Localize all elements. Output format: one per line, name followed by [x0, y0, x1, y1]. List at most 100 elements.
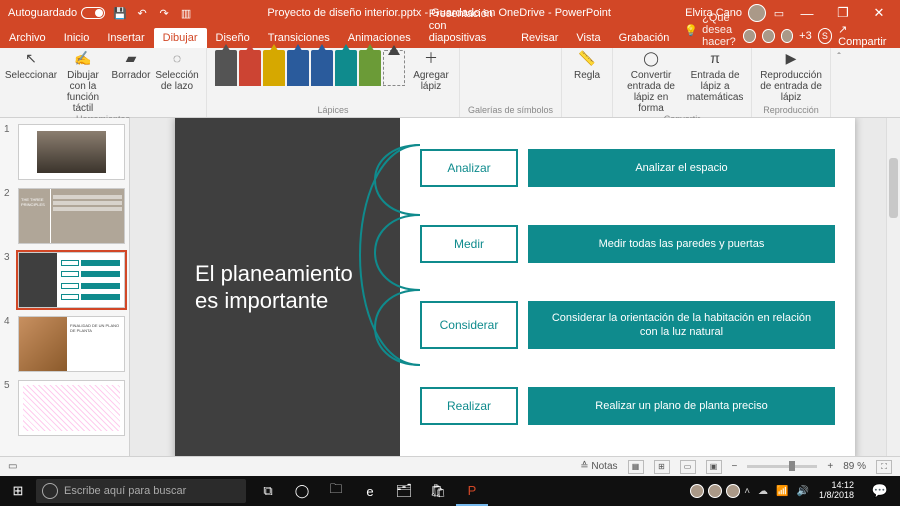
tab-grabacion[interactable]: Grabación — [610, 28, 679, 48]
skype-icon[interactable]: S — [818, 28, 832, 44]
pen-red[interactable] — [239, 50, 261, 86]
ribbon-tabs: Archivo Inicio Insertar Dibujar Diseño T… — [0, 26, 900, 48]
slide-row[interactable]: MedirMedir todas las paredes y puertas — [420, 225, 835, 263]
minimize-button[interactable]: — — [792, 6, 822, 21]
autosave-toggle[interactable]: Autoguardado — [8, 7, 105, 19]
ink-replay-button[interactable]: ▶Reproducción de entrada de lápiz — [760, 50, 822, 103]
slide-title-panel[interactable]: El planeamiento es importante — [175, 118, 400, 456]
collaborator-avatar-icon[interactable] — [762, 29, 775, 43]
onedrive-icon[interactable]: ☁ — [758, 486, 768, 497]
taskbar-search[interactable]: Escribe aquí para buscar — [36, 479, 246, 503]
taskbar-clock[interactable]: 14:12 1/8/2018 — [813, 481, 860, 501]
tab-revisar[interactable]: Revisar — [512, 28, 567, 48]
slide-desc-box: Considerar la orientación de la habitaci… — [528, 301, 835, 350]
tell-me-label: ¿Qué desea hacer? — [702, 12, 743, 48]
undo-icon[interactable]: ↶ — [135, 6, 149, 20]
pen-teal[interactable] — [335, 50, 357, 86]
eraser-button[interactable]: ▰Borrador — [112, 50, 150, 81]
ink-to-shape-button[interactable]: ◯Convertir entrada de lápiz en forma — [621, 50, 681, 114]
people-avatar-icon[interactable] — [726, 484, 740, 498]
tab-inicio[interactable]: Inicio — [55, 28, 99, 48]
slide-row[interactable]: AnalizarAnalizar el espacio — [420, 149, 835, 187]
edge-icon[interactable]: e — [354, 476, 386, 506]
redo-icon[interactable]: ↷ — [157, 6, 171, 20]
ink-to-math-button[interactable]: πEntrada de lápiz a matemáticas — [687, 50, 743, 103]
slide-thumbnails-panel[interactable]: 1 2THE THREE PRINCIPLES 3 4FINALIDAD DE … — [0, 118, 130, 456]
lasso-button[interactable]: ◌Selección de lazo — [156, 50, 198, 92]
vertical-scrollbar[interactable] — [886, 118, 900, 456]
save-icon[interactable]: 💾 — [113, 6, 127, 20]
zoom-level[interactable]: 89 % — [843, 461, 866, 472]
store-icon[interactable]: 🛍 — [422, 476, 454, 506]
maximize-button[interactable]: ❐ — [828, 5, 858, 21]
slide-row[interactable]: ConsiderarConsiderar la orientación de l… — [420, 301, 835, 350]
pen-green-hl[interactable] — [359, 50, 381, 86]
system-tray[interactable]: ˄ ☁ 📶 🔊 — [744, 486, 809, 497]
cortana-button-icon[interactable]: ◯ — [286, 476, 318, 506]
pen-blue2[interactable] — [311, 50, 333, 86]
tab-dibujar[interactable]: Dibujar — [154, 28, 207, 48]
task-view-icon[interactable]: ⧉ — [252, 476, 284, 506]
slide-row[interactable]: RealizarRealizar un plano de planta prec… — [420, 387, 835, 425]
tell-me-search[interactable]: 💡 ¿Qué desea hacer? — [684, 12, 743, 48]
collaborator-avatar-icon[interactable] — [743, 29, 756, 43]
notes-icon[interactable]: ▭ — [8, 461, 17, 472]
tab-vista[interactable]: Vista — [567, 28, 609, 48]
start-from-beginning-icon[interactable]: ▥ — [179, 6, 193, 20]
scrollbar-thumb[interactable] — [889, 158, 898, 218]
powerpoint-icon[interactable]: P — [456, 476, 488, 506]
ruler-button[interactable]: 📏Regla — [570, 50, 604, 81]
pen-add-placeholder[interactable] — [383, 50, 405, 86]
volume-icon[interactable]: 🔊 — [797, 486, 809, 497]
start-button[interactable]: ⊞ — [0, 483, 36, 499]
people-avatar-icon[interactable] — [708, 484, 722, 498]
draw-touch-button[interactable]: ✍Dibujar con la función táctil — [60, 50, 106, 114]
slide-thumbnail-3[interactable] — [18, 252, 125, 308]
files-icon[interactable]: 🗂 — [388, 476, 420, 506]
ribbon-group-lapices: ＋Agregar lápiz Lápices — [207, 48, 460, 117]
play-icon: ▶ — [782, 50, 800, 68]
slide-canvas-area[interactable]: El planeamiento es importante AnalizarAn… — [130, 118, 900, 456]
fit-to-window-icon[interactable]: ⛶ — [876, 460, 892, 474]
add-pen-button[interactable]: ＋Agregar lápiz — [411, 50, 451, 92]
ribbon: ↖Seleccionar ✍Dibujar con la función tác… — [0, 48, 900, 118]
slide-thumbnail-2[interactable]: THE THREE PRINCIPLES — [18, 188, 125, 244]
pen-yellow[interactable] — [263, 50, 285, 86]
reading-view-icon[interactable]: ▭ — [680, 460, 696, 474]
toggle-switch-icon[interactable] — [81, 7, 105, 19]
collaborator-avatar-icon[interactable] — [781, 29, 794, 43]
zoom-in-button[interactable]: + — [827, 461, 833, 472]
slide-key-box: Considerar — [420, 301, 518, 350]
current-slide[interactable]: El planeamiento es importante AnalizarAn… — [175, 118, 855, 456]
pen-gray[interactable] — [215, 50, 237, 86]
normal-view-icon[interactable]: ▦ — [628, 460, 644, 474]
sorter-view-icon[interactable]: ⊞ — [654, 460, 670, 474]
slide-thumbnail-5[interactable] — [18, 380, 125, 436]
pen-blue[interactable] — [287, 50, 309, 86]
tray-up-icon[interactable]: ˄ — [744, 486, 750, 497]
people-avatar-icon[interactable] — [690, 484, 704, 498]
tab-archivo[interactable]: Archivo — [0, 28, 55, 48]
cursor-icon: ↖ — [22, 50, 40, 68]
slide-thumbnail-1[interactable] — [18, 124, 125, 180]
tab-presentacion[interactable]: Presentación con diapositivas — [420, 4, 512, 48]
explorer-icon[interactable]: 🗀 — [320, 476, 352, 506]
ribbon-group-reproduccion: ▶Reproducción de entrada de lápiz Reprod… — [752, 48, 831, 117]
slide-thumbnail-4[interactable]: FINALIDAD DE UN PLANO DE PLANTA — [18, 316, 125, 372]
zoom-out-button[interactable]: − — [732, 461, 738, 472]
collapse-ribbon-button[interactable]: ˆ — [831, 48, 847, 117]
zoom-slider[interactable] — [747, 465, 817, 468]
tab-insertar[interactable]: Insertar — [98, 28, 153, 48]
share-button[interactable]: ↗ Compartir — [838, 23, 892, 48]
seleccionar-button[interactable]: ↖Seleccionar — [8, 50, 54, 81]
slideshow-view-icon[interactable]: ▣ — [706, 460, 722, 474]
ribbon-options-icon[interactable]: ▭ — [772, 6, 786, 20]
collab-overflow-count[interactable]: +3 — [799, 30, 812, 42]
slide-content-panel[interactable]: AnalizarAnalizar el espacio MedirMedir t… — [400, 118, 855, 456]
action-center-icon[interactable]: 💬 — [864, 476, 896, 506]
notes-button[interactable]: ≙ Notas — [580, 461, 617, 472]
thumb-number: 3 — [4, 252, 14, 308]
close-button[interactable]: ✕ — [864, 5, 894, 21]
user-avatar-icon[interactable] — [748, 4, 766, 22]
wifi-icon[interactable]: 📶 — [776, 486, 788, 497]
